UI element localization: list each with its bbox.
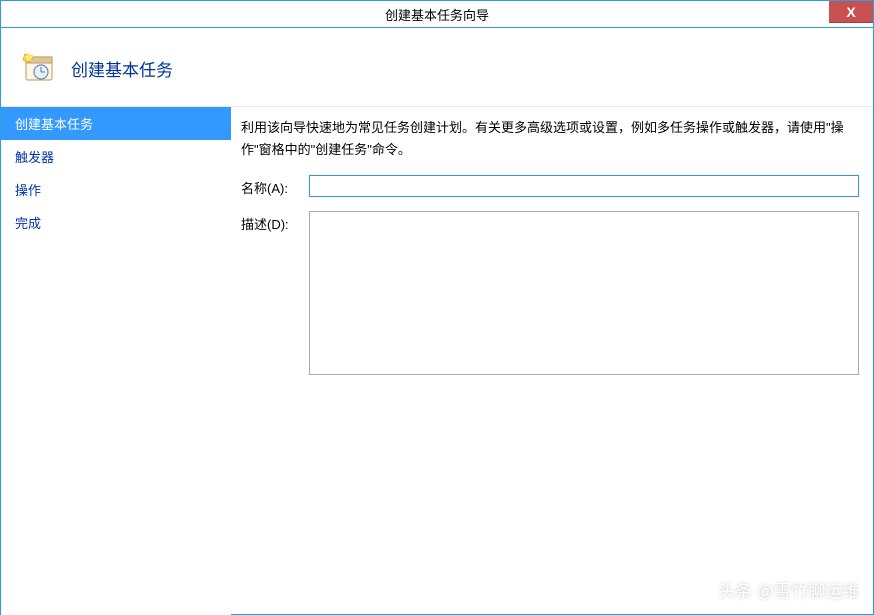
sidebar-item-finish[interactable]: 完成 xyxy=(1,206,231,239)
description-textarea[interactable] xyxy=(309,211,859,375)
description-row: 描述(D): xyxy=(241,211,859,375)
sidebar-item-label: 完成 xyxy=(15,216,41,231)
watermark-text: 头条 @雪竹聊运维 xyxy=(718,577,859,602)
watermark-icon xyxy=(694,581,712,599)
sidebar-item-label: 操作 xyxy=(15,183,41,198)
close-button[interactable]: X xyxy=(829,1,873,23)
wizard-body: 创建基本任务 触发器 操作 完成 利用该向导快速地为常见任务创建计划。有关更多高… xyxy=(1,107,873,615)
sidebar-item-action[interactable]: 操作 xyxy=(1,173,231,206)
sidebar: 创建基本任务 触发器 操作 完成 xyxy=(1,107,231,615)
name-row: 名称(A): xyxy=(241,175,859,197)
sidebar-item-create-task[interactable]: 创建基本任务 xyxy=(1,107,231,140)
titlebar: 创建基本任务向导 X xyxy=(1,1,873,28)
name-input[interactable] xyxy=(309,175,859,197)
name-label: 名称(A): xyxy=(241,175,309,197)
page-title: 创建基本任务 xyxy=(71,56,173,81)
watermark: 头条 @雪竹聊运维 xyxy=(694,577,859,602)
instruction-text: 利用该向导快速地为常见任务创建计划。有关更多高级选项或设置，例如多任务操作或触发… xyxy=(241,117,859,161)
wizard-header: 创建基本任务 xyxy=(1,28,873,107)
task-wizard-icon xyxy=(21,50,57,86)
main-panel: 利用该向导快速地为常见任务创建计划。有关更多高级选项或设置，例如多任务操作或触发… xyxy=(231,107,873,615)
sidebar-item-trigger[interactable]: 触发器 xyxy=(1,140,231,173)
window-title: 创建基本任务向导 xyxy=(385,5,489,24)
description-label: 描述(D): xyxy=(241,211,309,233)
wizard-window: 创建基本任务向导 X 创建基本任务 创建基本任务 触发器 xyxy=(0,0,874,615)
close-icon: X xyxy=(846,4,855,20)
sidebar-item-label: 创建基本任务 xyxy=(15,117,93,132)
sidebar-item-label: 触发器 xyxy=(15,150,54,165)
